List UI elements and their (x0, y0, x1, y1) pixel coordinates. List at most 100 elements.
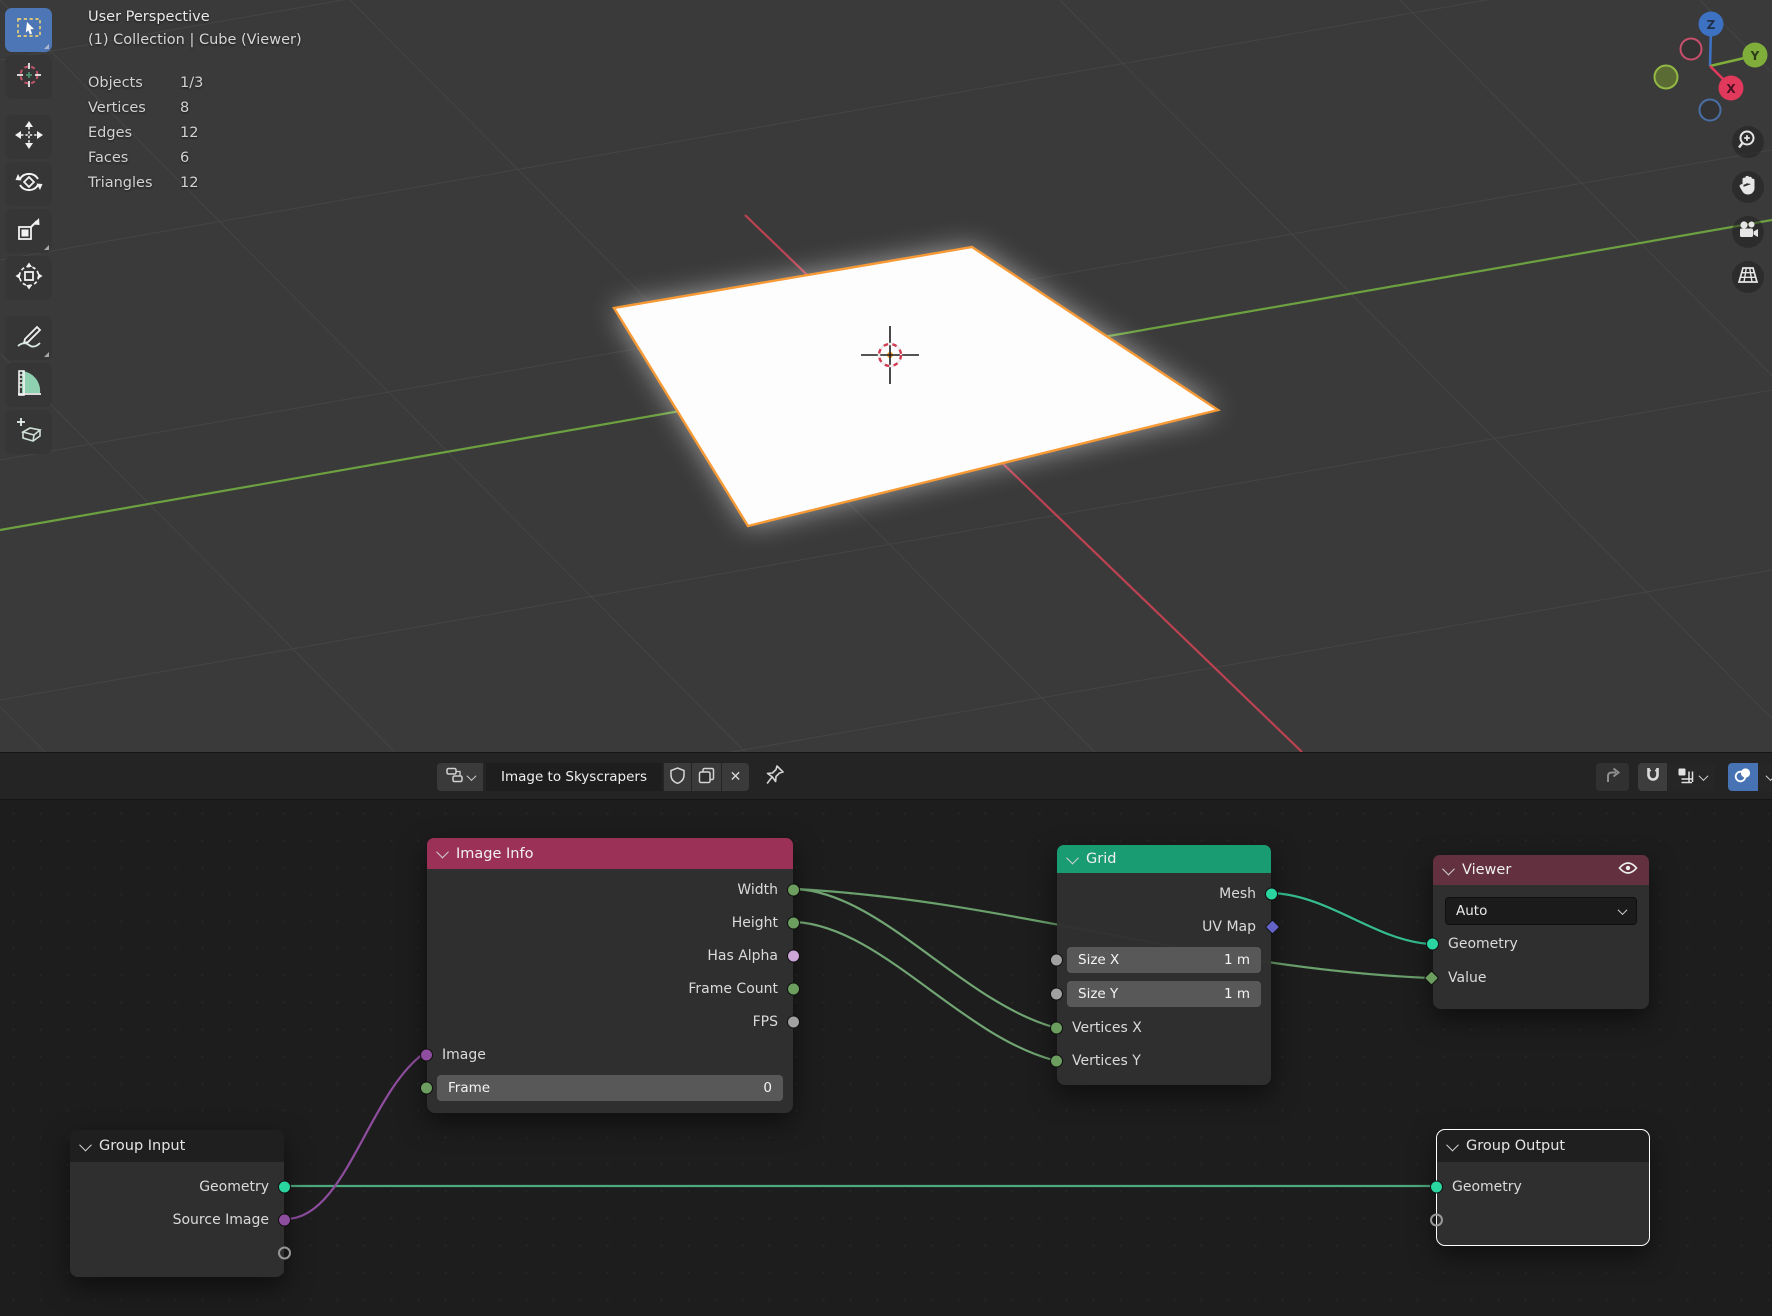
node-grid[interactable]: Grid Mesh UV Map Size X 1 m Size Y 1 m V… (1057, 845, 1271, 1085)
unlink-button[interactable]: ✕ (722, 763, 749, 791)
output-has-alpha: Has Alpha (707, 948, 778, 964)
move-icon (15, 121, 43, 153)
node-tree-name-field[interactable]: Image to Skyscrapers (486, 763, 662, 791)
tool-select-box[interactable] (5, 8, 52, 52)
camera-view-button[interactable] (1732, 216, 1764, 248)
stat-label: Vertices (88, 100, 180, 116)
socket-geometry-in[interactable] (1426, 938, 1439, 951)
viewport-toolbar (5, 8, 52, 454)
socket-virtual-in[interactable] (1430, 1213, 1443, 1226)
socket-virtual-out[interactable] (278, 1246, 291, 1259)
tool-measure[interactable] (5, 363, 52, 407)
input-geometry: Geometry (1448, 936, 1518, 952)
node-tree-selector-button[interactable] (437, 763, 483, 791)
annotate-icon (15, 322, 43, 354)
stat-value: 8 (180, 100, 189, 116)
new-node-tree-button[interactable] (692, 763, 721, 791)
tool-transform[interactable] (5, 256, 52, 300)
size-y-field[interactable]: Size Y 1 m (1067, 981, 1261, 1007)
axis-neg-x[interactable] (1681, 39, 1702, 60)
output-height: Height (732, 915, 778, 931)
socket-geometry-in[interactable] (1430, 1180, 1443, 1193)
socket-width-out[interactable] (787, 883, 800, 896)
node-group-input[interactable]: Group Input Geometry Source Image (70, 1130, 284, 1277)
node-image-info[interactable]: Image Info Width Height Has Alpha Frame … (427, 838, 793, 1113)
node-group-output[interactable]: Group Output Geometry (1437, 1130, 1649, 1245)
tool-cursor[interactable] (5, 55, 52, 99)
socket-frame-in[interactable] (420, 1082, 433, 1095)
shield-icon (670, 767, 685, 788)
tool-add-cube[interactable] (5, 410, 52, 454)
snap-grid-icon (1677, 767, 1694, 788)
node-title: Image Info (456, 846, 533, 862)
fake-user-button[interactable] (664, 763, 691, 791)
viewport-3d[interactable]: User Perspective (1) Collection | Cube (… (0, 0, 1772, 752)
stats-overlay: Objects1/3 Vertices8 Edges12 Faces6 Tria… (88, 75, 302, 191)
socket-frame-count-out[interactable] (787, 982, 800, 995)
viewer-data-type-dropdown[interactable]: Auto (1445, 897, 1637, 925)
collapse-icon[interactable] (1446, 1138, 1459, 1151)
node-viewer[interactable]: Viewer Auto Geometry Value (1433, 855, 1649, 1009)
collapse-icon[interactable] (436, 846, 449, 859)
socket-vertices-y-in[interactable] (1050, 1054, 1063, 1067)
node-editor-header: Image to Skyscrapers ✕ (0, 752, 1772, 800)
collapse-icon[interactable] (79, 1138, 92, 1151)
overlays-dropdown[interactable] (1759, 763, 1772, 791)
view-label: User Perspective (88, 9, 302, 25)
socket-fps-out[interactable] (787, 1015, 800, 1028)
socket-size-y-in[interactable] (1050, 988, 1063, 1001)
magnet-icon (1645, 766, 1661, 788)
zoom-icon (1737, 129, 1759, 155)
size-y-label: Size Y (1078, 986, 1118, 1002)
size-x-value: 1 m (1224, 952, 1250, 968)
node-canvas[interactable]: Image Info Width Height Has Alpha Frame … (0, 800, 1772, 1316)
node-title: Viewer (1462, 862, 1609, 878)
navigation-gizmo[interactable]: Z Y X (1650, 6, 1772, 134)
socket-mesh-out[interactable] (1265, 887, 1278, 900)
axis-neg-y[interactable] (1655, 66, 1678, 89)
size-y-value: 1 m (1224, 986, 1250, 1002)
grid-icon (1736, 264, 1760, 290)
frame-field[interactable]: Frame 0 (437, 1075, 783, 1101)
pan-button[interactable] (1732, 171, 1764, 203)
add-cube-icon (15, 416, 43, 448)
socket-vertices-x-in[interactable] (1050, 1021, 1063, 1034)
stat-value: 6 (180, 150, 189, 166)
eye-icon[interactable] (1618, 861, 1638, 879)
ortho-toggle-button[interactable] (1732, 261, 1764, 293)
tool-scale[interactable] (5, 209, 52, 253)
overlays-toggle-button[interactable] (1728, 763, 1758, 791)
socket-height-out[interactable] (787, 916, 800, 929)
input-geometry: Geometry (1452, 1179, 1522, 1195)
chevron-down-icon (1766, 771, 1772, 781)
socket-size-x-in[interactable] (1050, 954, 1063, 967)
axis-neg-z[interactable] (1700, 100, 1721, 121)
transform-icon (15, 262, 43, 294)
node-title: Group Output (1466, 1138, 1565, 1154)
tool-annotate[interactable] (5, 316, 52, 360)
socket-geometry-out[interactable] (278, 1180, 291, 1193)
socket-source-image-out[interactable] (278, 1213, 291, 1226)
arrow-up-back-icon (1604, 766, 1622, 788)
stat-label: Triangles (88, 175, 180, 191)
collapse-icon[interactable] (1442, 862, 1455, 875)
zoom-button[interactable] (1732, 126, 1764, 158)
tool-move[interactable] (5, 115, 52, 159)
socket-has-alpha-out[interactable] (787, 949, 800, 962)
collapse-icon[interactable] (1066, 851, 1079, 864)
input-vertices-y: Vertices Y (1072, 1053, 1141, 1069)
socket-image-in[interactable] (420, 1048, 433, 1061)
snap-target-dropdown[interactable] (1668, 763, 1715, 791)
go-to-parent-button[interactable] (1596, 763, 1629, 791)
plane-object[interactable] (614, 247, 1218, 526)
snap-toggle-button[interactable] (1638, 763, 1667, 791)
node-title: Grid (1086, 851, 1116, 867)
stat-label: Edges (88, 125, 180, 141)
tool-rotate[interactable] (5, 162, 52, 206)
scale-icon (16, 216, 42, 246)
pin-icon[interactable] (765, 764, 785, 790)
viewport-overlay: User Perspective (1) Collection | Cube (… (88, 9, 302, 200)
size-x-field[interactable]: Size X 1 m (1067, 947, 1261, 973)
duplicate-icon (698, 767, 715, 788)
input-vertices-x: Vertices X (1072, 1020, 1142, 1036)
